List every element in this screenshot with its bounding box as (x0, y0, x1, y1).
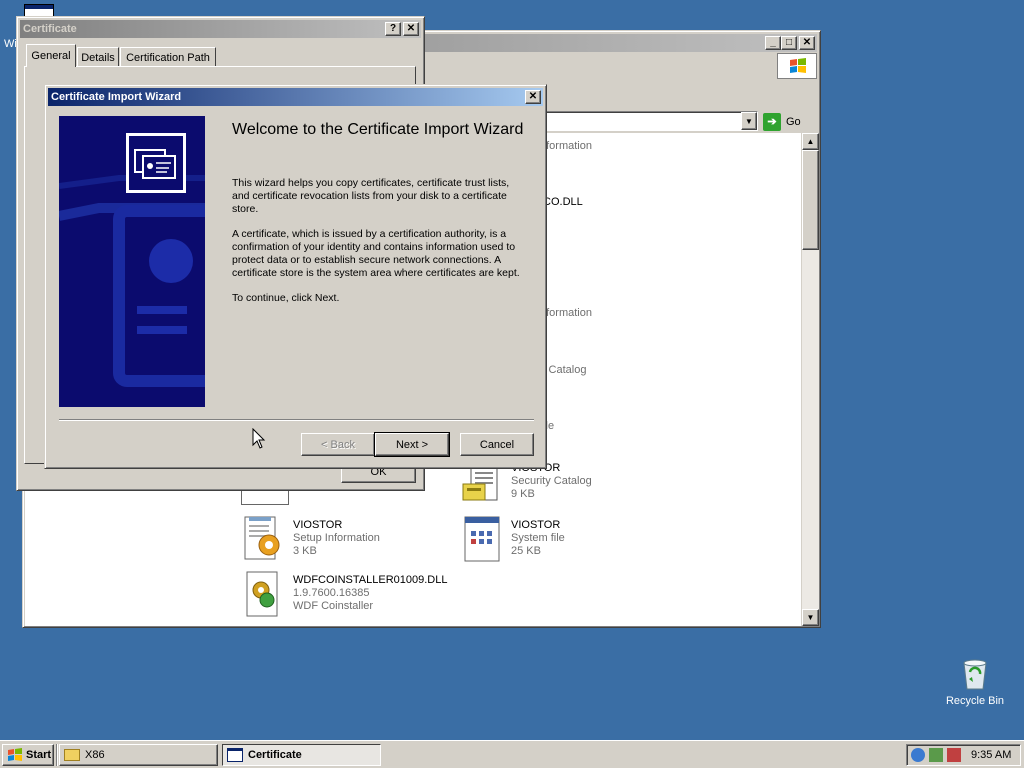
taskbar: Start X86 Certificate 9:35 AM (0, 740, 1024, 768)
network-icon[interactable] (911, 748, 925, 762)
window-icon (227, 748, 243, 762)
taskbar-item-x86[interactable]: X86 (59, 744, 218, 766)
tab-label: Details (81, 51, 115, 64)
minimize-button[interactable]: _ (765, 36, 781, 50)
file-type: nformation (540, 140, 592, 152)
back-label: < Back (321, 438, 355, 451)
next-button[interactable]: Next > (374, 432, 450, 457)
file-version: 1.9.7600.16385 (293, 587, 370, 599)
file-item[interactable]: WDFCOINSTALLER01009.DLL 1.9.7600.16385 W… (241, 570, 501, 618)
scroll-down-button[interactable]: ▼ (802, 609, 819, 626)
file-item[interactable]: VIOSTOR Security Catalog 9 KB (461, 462, 661, 510)
close-button[interactable]: ✕ (799, 36, 815, 50)
wizard-title: Certificate Import Wizard (51, 91, 182, 103)
wizard-body: This wizard helps you copy certificates,… (232, 177, 522, 317)
recycle-bin-desktop-icon[interactable]: Recycle Bin (940, 655, 1010, 710)
windows-throbber (777, 53, 817, 79)
certificate-title: Certificate (23, 23, 77, 35)
wizard-heading: Welcome to the Certificate Import Wizard (232, 121, 524, 138)
wizard-paragraph-3: To continue, click Next. (232, 292, 340, 304)
file-item[interactable]: VIOSTOR Setup Information 3 KB (241, 515, 441, 563)
file-description: WDF Coinstaller (293, 600, 374, 612)
scroll-up-button[interactable]: ▲ (802, 133, 819, 150)
recycle-bin-icon (963, 659, 987, 690)
file-type: nformation (540, 307, 592, 319)
wizard-banner (59, 116, 205, 407)
clock[interactable]: 9:35 AM (971, 749, 1011, 761)
scroll-thumb[interactable] (802, 150, 819, 250)
task-label: Certificate (248, 749, 302, 761)
file-size: 3 KB (293, 545, 317, 557)
wizard-titlebar: Certificate Import Wizard ✕ (48, 88, 543, 106)
go-button[interactable]: ➔ Go (763, 111, 809, 132)
close-button[interactable]: ✕ (403, 22, 419, 36)
file-name: VIOSTOR (293, 519, 343, 531)
scroll-up-icon: ▲ (806, 137, 815, 146)
tab-label: Certification Path (126, 51, 210, 64)
tray-security-icon[interactable] (947, 748, 961, 762)
tray-tool-icon[interactable] (929, 748, 943, 762)
file-partial-4[interactable]: I nformation (540, 295, 592, 319)
address-dropdown-button[interactable]: ▼ (741, 112, 757, 130)
folder-icon (64, 749, 80, 761)
tab-details[interactable]: Details (77, 47, 119, 67)
file-item[interactable]: VIOSTOR System file 25 KB (461, 515, 661, 563)
cancel-button[interactable]: Cancel (460, 433, 534, 456)
tab-certification-path[interactable]: Certification Path (120, 47, 216, 67)
setup-information-icon (244, 516, 280, 560)
maximize-button[interactable]: □ (781, 36, 797, 50)
close-icon: ✕ (406, 23, 416, 34)
windows-logo-icon (8, 748, 22, 761)
certificate-titlebar: Certificate ? ✕ (20, 20, 421, 38)
certificate-icon (134, 149, 176, 179)
file-type: Setup Information (293, 532, 380, 544)
dll-icon (246, 571, 278, 617)
vertical-scrollbar[interactable]: ▲ ▼ (802, 133, 819, 626)
system-file-icon (464, 516, 500, 562)
mouse-cursor-icon (252, 428, 266, 449)
wizard-separator (59, 419, 534, 421)
taskbar-item-certificate[interactable]: Certificate (222, 744, 381, 766)
chevron-down-icon: ▼ (745, 116, 753, 126)
certificate-logo-box (126, 133, 186, 193)
go-arrow-icon: ➔ (763, 112, 781, 131)
minimize-icon: _ (770, 37, 776, 48)
desktop-icon-label: Wi (4, 38, 17, 50)
file-size: 9 KB (511, 488, 535, 500)
next-label: Next > (395, 438, 429, 451)
file-name: I (540, 295, 592, 307)
file-partial-1[interactable]: nformation (540, 140, 592, 152)
file-type: Security Catalog (511, 475, 592, 487)
recycle-bin-label: Recycle Bin (945, 695, 1005, 707)
file-name: WDFCOINSTALLER01009.DLL (293, 574, 448, 586)
close-icon: ✕ (802, 37, 812, 48)
wizard-paragraph-2: A certificate, which is issued by a cert… (232, 228, 520, 279)
file-type: System file (511, 532, 565, 544)
maximize-icon: □ (785, 37, 793, 48)
scroll-down-icon: ▼ (806, 613, 815, 622)
taskbar-divider (56, 744, 58, 766)
start-button[interactable]: Start (2, 744, 54, 766)
back-button[interactable]: < Back (301, 433, 375, 456)
import-wizard-dialog: Certificate Import Wizard ✕ Welcome to t… (44, 84, 547, 469)
help-button[interactable]: ? (385, 22, 401, 36)
start-label: Start (26, 749, 52, 761)
help-icon: ? (389, 23, 397, 34)
file-name: VIOSTOR (511, 519, 561, 531)
task-label: X86 (85, 749, 105, 761)
tab-label: General (31, 50, 71, 62)
go-label: Go (786, 115, 801, 128)
cancel-label: Cancel (479, 438, 515, 451)
file-size: 25 KB (511, 545, 541, 557)
tab-general[interactable]: General (26, 44, 76, 67)
close-button[interactable]: ✕ (525, 90, 541, 104)
close-icon: ✕ (528, 91, 538, 102)
address-bar[interactable] (543, 111, 758, 131)
windows-logo-icon (790, 58, 806, 73)
system-tray: 9:35 AM (906, 744, 1021, 766)
wizard-paragraph-1: This wizard helps you copy certificates,… (232, 177, 510, 215)
